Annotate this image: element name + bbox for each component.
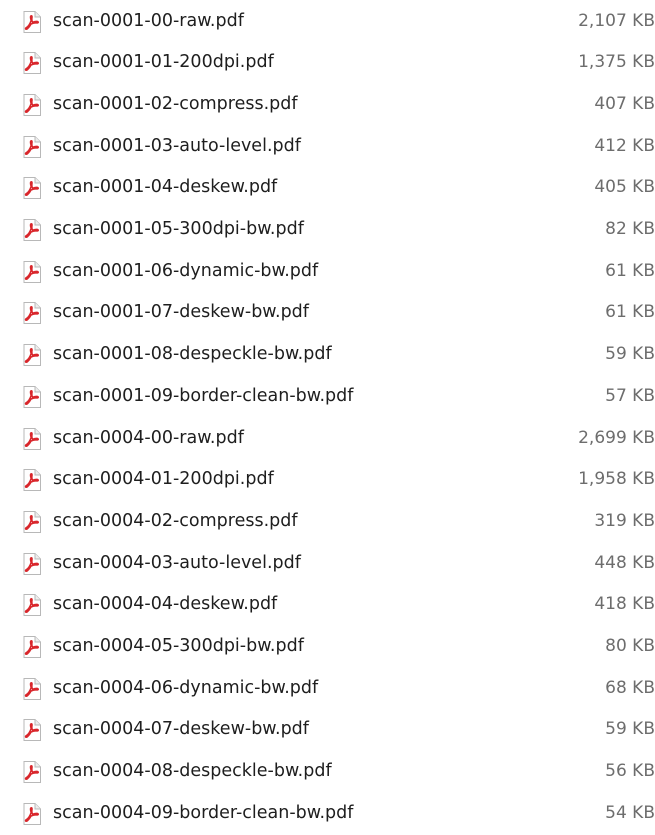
file-row[interactable]: scan-0001-09-border-clean-bw.pdf 57 KB — [0, 376, 655, 418]
file-name: scan-0001-00-raw.pdf — [53, 10, 244, 31]
file-size: 54 KB — [605, 802, 655, 823]
file-name: scan-0004-04-deskew.pdf — [53, 594, 278, 615]
pdf-file-icon — [20, 93, 44, 117]
pdf-file-icon — [20, 301, 44, 325]
pdf-file-icon — [20, 176, 44, 200]
file-row[interactable]: scan-0004-08-despeckle-bw.pdf 56 KB — [0, 751, 655, 793]
pdf-file-icon — [20, 760, 44, 784]
file-row[interactable]: scan-0001-03-auto-level.pdf 412 KB — [0, 126, 655, 168]
file-size: 59 KB — [605, 719, 655, 740]
file-row[interactable]: scan-0001-00-raw.pdf 2,107 KB — [0, 1, 655, 43]
file-name: scan-0001-07-deskew-bw.pdf — [53, 302, 309, 323]
pdf-file-icon — [20, 218, 44, 242]
file-row[interactable]: scan-0001-07-deskew-bw.pdf 61 KB — [0, 292, 655, 334]
file-row[interactable]: scan-0001-05-300dpi-bw.pdf 82 KB — [0, 209, 655, 251]
pdf-file-icon — [20, 510, 44, 534]
file-size: 1,958 KB — [578, 469, 655, 490]
file-row[interactable]: scan-0001-04-deskew.pdf 405 KB — [0, 167, 655, 209]
file-size: 418 KB — [594, 594, 655, 615]
pdf-file-icon — [20, 51, 44, 75]
file-row[interactable]: scan-0001-01-200dpi.pdf 1,375 KB — [0, 42, 655, 84]
file-name: scan-0001-05-300dpi-bw.pdf — [53, 219, 304, 239]
file-name: scan-0004-03-auto-level.pdf — [53, 552, 301, 573]
pdf-file-icon — [20, 343, 44, 367]
file-row[interactable]: scan-0004-00-raw.pdf 2,699 KB — [0, 418, 655, 460]
file-name: scan-0004-05-300dpi-bw.pdf — [53, 636, 304, 656]
file-name: scan-0001-04-deskew.pdf — [53, 177, 278, 198]
file-name: scan-0004-09-border-clean-bw.pdf — [53, 802, 354, 823]
pdf-file-icon — [20, 635, 44, 659]
file-size: 407 KB — [594, 93, 655, 114]
pdf-file-icon — [20, 718, 44, 742]
file-name: scan-0001-01-200dpi.pdf — [53, 52, 274, 73]
file-row[interactable]: scan-0004-03-auto-level.pdf 448 KB — [0, 543, 655, 585]
file-size: 61 KB — [605, 302, 655, 323]
file-row[interactable]: scan-0004-06-dynamic-bw.pdf 68 KB — [0, 668, 655, 710]
pdf-file-icon — [20, 593, 44, 617]
file-row[interactable]: scan-0001-06-dynamic-bw.pdf 61 KB — [0, 251, 655, 293]
file-row[interactable]: scan-0004-04-deskew.pdf 418 KB — [0, 584, 655, 626]
file-row[interactable]: scan-0004-05-300dpi-bw.pdf 80 KB — [0, 626, 655, 668]
pdf-file-icon — [20, 260, 44, 284]
pdf-file-icon — [20, 802, 44, 826]
file-name: scan-0004-02-compress.pdf — [53, 510, 298, 531]
file-list: scan-0001-00-raw.pdf 2,107 KB scan-0001-… — [0, 0, 655, 835]
pdf-file-icon — [20, 427, 44, 451]
file-size: 405 KB — [594, 177, 655, 198]
file-size: 57 KB — [605, 385, 655, 406]
file-size: 68 KB — [605, 677, 655, 698]
file-size: 412 KB — [594, 135, 655, 156]
file-name: scan-0004-07-deskew-bw.pdf — [53, 719, 309, 740]
file-row[interactable]: scan-0001-02-compress.pdf 407 KB — [0, 84, 655, 126]
file-name: scan-0001-06-dynamic-bw.pdf — [53, 260, 319, 281]
file-row[interactable]: scan-0004-02-compress.pdf 319 KB — [0, 501, 655, 543]
pdf-file-icon — [20, 677, 44, 701]
pdf-file-icon — [20, 552, 44, 576]
file-name: scan-0001-08-despeckle-bw.pdf — [53, 344, 332, 365]
file-name: scan-0004-06-dynamic-bw.pdf — [53, 677, 319, 698]
file-size: 59 KB — [605, 344, 655, 365]
file-size: 61 KB — [605, 260, 655, 281]
file-size: 2,699 KB — [578, 427, 655, 448]
file-row[interactable]: scan-0004-01-200dpi.pdf 1,958 KB — [0, 459, 655, 501]
file-row[interactable]: scan-0001-08-despeckle-bw.pdf 59 KB — [0, 334, 655, 376]
file-size: 448 KB — [594, 552, 655, 573]
file-size: 56 KB — [605, 761, 655, 782]
file-name: scan-0004-00-raw.pdf — [53, 427, 244, 448]
file-name: scan-0001-03-auto-level.pdf — [53, 135, 301, 156]
file-name: scan-0004-08-despeckle-bw.pdf — [53, 761, 332, 782]
pdf-file-icon — [20, 468, 44, 492]
file-row[interactable]: scan-0004-09-border-clean-bw.pdf 54 KB — [0, 793, 655, 835]
file-name: scan-0001-02-compress.pdf — [53, 93, 298, 114]
pdf-file-icon — [20, 135, 44, 159]
file-name: scan-0004-01-200dpi.pdf — [53, 469, 274, 490]
pdf-file-icon — [20, 10, 44, 34]
file-size: 1,375 KB — [578, 52, 655, 73]
file-size: 82 KB — [605, 219, 655, 239]
pdf-file-icon — [20, 385, 44, 409]
file-name: scan-0001-09-border-clean-bw.pdf — [53, 385, 354, 406]
file-row[interactable]: scan-0004-07-deskew-bw.pdf 59 KB — [0, 709, 655, 751]
file-size: 80 KB — [605, 636, 655, 656]
file-size: 2,107 KB — [578, 10, 655, 31]
file-size: 319 KB — [594, 510, 655, 531]
